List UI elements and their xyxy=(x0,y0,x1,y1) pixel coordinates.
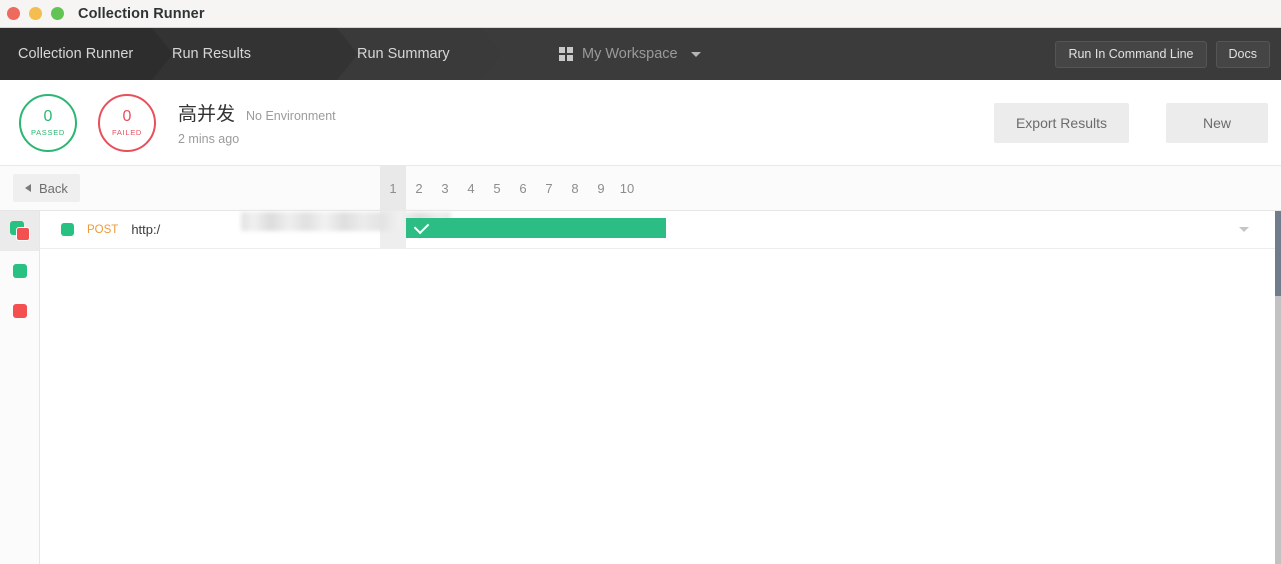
results-toolbar: Back 1 2 3 4 5 6 7 8 9 10 xyxy=(0,166,1281,211)
green-square-icon xyxy=(12,264,27,278)
window-title: Collection Runner xyxy=(78,5,205,22)
passed-stat: 0 PASSED xyxy=(19,93,77,152)
chevron-down-icon[interactable] xyxy=(1239,227,1249,232)
page-button-4[interactable]: 4 xyxy=(458,166,484,211)
page-button-6[interactable]: 6 xyxy=(510,166,536,211)
minimize-button[interactable] xyxy=(29,7,42,20)
navbar-actions: Run In Command Line Docs xyxy=(1055,28,1270,80)
breadcrumb: Collection Runner Run Results Run Summar… xyxy=(0,28,502,80)
filter-passed[interactable] xyxy=(0,251,39,291)
page-button-8[interactable]: 8 xyxy=(562,166,588,211)
page-button-7[interactable]: 7 xyxy=(536,166,562,211)
page-button-2[interactable]: 2 xyxy=(406,166,432,211)
table-row[interactable]: POST http:/ ... xyxy=(40,211,1281,249)
scrollbar-thumb[interactable] xyxy=(1275,211,1281,296)
page-button-5[interactable]: 5 xyxy=(484,166,510,211)
breadcrumb-item-run-summary[interactable]: Run Summary xyxy=(337,28,502,80)
test-result-bar xyxy=(406,218,666,238)
arrow-left-icon xyxy=(25,184,31,192)
close-button[interactable] xyxy=(7,7,20,20)
run-in-command-line-button[interactable]: Run In Command Line xyxy=(1055,40,1207,68)
stacked-squares-icon xyxy=(9,221,30,241)
run-environment: No Environment xyxy=(246,109,336,123)
red-square-icon xyxy=(12,304,27,318)
page-button-3[interactable]: 3 xyxy=(432,166,458,211)
docs-button[interactable]: Docs xyxy=(1215,40,1270,68)
workspace-label: My Workspace xyxy=(582,46,678,62)
failed-stat: 0 FAILED xyxy=(98,93,156,152)
results-list: POST http:/ ... xyxy=(40,211,1281,564)
page-button-1[interactable]: 1 xyxy=(380,166,406,211)
request-url-prefix: http:/ xyxy=(131,222,161,237)
summary-actions: Export Results New xyxy=(993,80,1268,166)
status-filter-rail xyxy=(0,211,40,564)
filter-all[interactable] xyxy=(0,211,39,251)
breadcrumb-item-run-results[interactable]: Run Results xyxy=(152,28,358,80)
breadcrumb-label: Run Summary xyxy=(357,46,450,62)
app-navbar: Collection Runner Run Results Run Summar… xyxy=(0,28,1281,80)
run-summary-strip: 0 PASSED 0 FAILED 高并发 No Environment 2 m… xyxy=(0,80,1281,166)
export-results-button[interactable]: Export Results xyxy=(993,103,1129,143)
run-metadata: 高并发 No Environment 2 mins ago xyxy=(178,99,336,146)
grid-icon xyxy=(559,47,573,61)
run-timestamp: 2 mins ago xyxy=(178,132,240,146)
back-button[interactable]: Back xyxy=(13,174,80,202)
request-url: http:/ ... xyxy=(131,212,467,238)
back-label: Back xyxy=(39,180,68,196)
window-titlebar: Collection Runner xyxy=(0,0,1281,28)
breadcrumb-label: Run Results xyxy=(172,46,251,62)
maximize-button[interactable] xyxy=(51,7,64,20)
pagination: 1 2 3 4 5 6 7 8 9 10 xyxy=(380,166,640,211)
run-collection-name: 高并发 xyxy=(178,104,236,125)
check-icon xyxy=(413,218,430,235)
breadcrumb-label: Collection Runner xyxy=(18,46,134,62)
chevron-down-icon xyxy=(690,51,701,57)
failed-count: 0 xyxy=(122,107,132,125)
results-body: POST http:/ ... xyxy=(0,211,1281,564)
request-method: POST xyxy=(87,223,119,236)
vertical-scrollbar[interactable] xyxy=(1275,211,1281,564)
request-status-badge xyxy=(61,223,74,236)
passed-count: 0 xyxy=(43,107,53,125)
window-controls xyxy=(0,7,64,20)
scrollbar-track[interactable] xyxy=(1275,296,1281,564)
failed-label: FAILED xyxy=(111,127,143,137)
breadcrumb-item-collection-runner[interactable]: Collection Runner xyxy=(0,28,173,80)
passed-label: PASSED xyxy=(30,127,66,137)
filter-failed[interactable] xyxy=(0,291,39,331)
new-run-button[interactable]: New xyxy=(1166,103,1268,143)
page-button-9[interactable]: 9 xyxy=(588,166,614,211)
workspace-selector[interactable]: My Workspace xyxy=(559,46,701,62)
page-button-10[interactable]: 10 xyxy=(614,166,640,211)
